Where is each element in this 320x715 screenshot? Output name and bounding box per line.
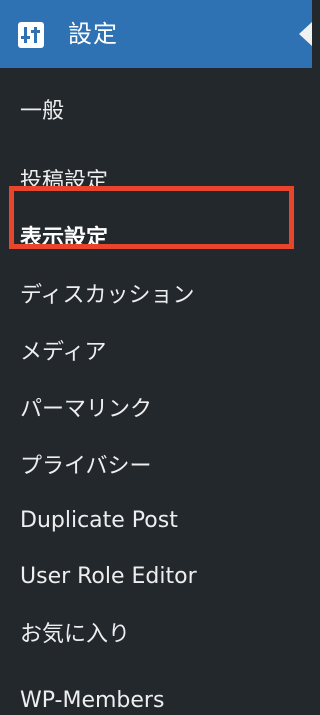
submenu-item-label: プライバシー: [20, 453, 152, 479]
settings-menu-header[interactable]: 設定: [0, 0, 312, 68]
submenu-item-label: WP-Members: [20, 688, 165, 713]
submenu-item-label: メディア: [20, 339, 107, 365]
submenu-item-discussion[interactable]: ディスカッション: [0, 265, 312, 321]
submenu-item-media[interactable]: メディア: [0, 321, 312, 378]
settings-sliders-icon: [18, 22, 44, 48]
submenu-item-privacy[interactable]: プライバシー: [0, 435, 312, 492]
submenu-item-reading[interactable]: 表示設定: [0, 207, 312, 265]
submenu-item-favorites[interactable]: お気に入り: [0, 605, 312, 658]
submenu-item-label: 表示設定: [20, 226, 109, 251]
submenu-item-writing[interactable]: 投稿設定: [0, 150, 312, 207]
submenu-item-label: 一般: [20, 99, 65, 124]
settings-submenu: 一般 投稿設定 表示設定 ディスカッション メディア パーマリンク プライバシー…: [0, 68, 312, 715]
submenu-item-wp-members[interactable]: WP-Members: [0, 658, 312, 715]
submenu-item-label: パーマリンク: [20, 396, 153, 422]
submenu-item-label: User Role Editor: [20, 564, 197, 589]
submenu-item-user-role-editor[interactable]: User Role Editor: [0, 548, 312, 605]
submenu-item-general[interactable]: 一般: [0, 68, 312, 150]
submenu-item-label: Duplicate Post: [20, 507, 178, 533]
settings-title: 設定: [68, 20, 118, 48]
current-menu-arrow-icon: [299, 22, 312, 46]
submenu-item-permalinks[interactable]: パーマリンク: [0, 378, 312, 435]
submenu-item-label: お気に入り: [20, 621, 131, 647]
submenu-item-label: ディスカッション: [20, 283, 195, 308]
submenu-item-label: 投稿設定: [20, 168, 109, 194]
submenu-item-duplicate-post[interactable]: Duplicate Post: [0, 492, 312, 548]
